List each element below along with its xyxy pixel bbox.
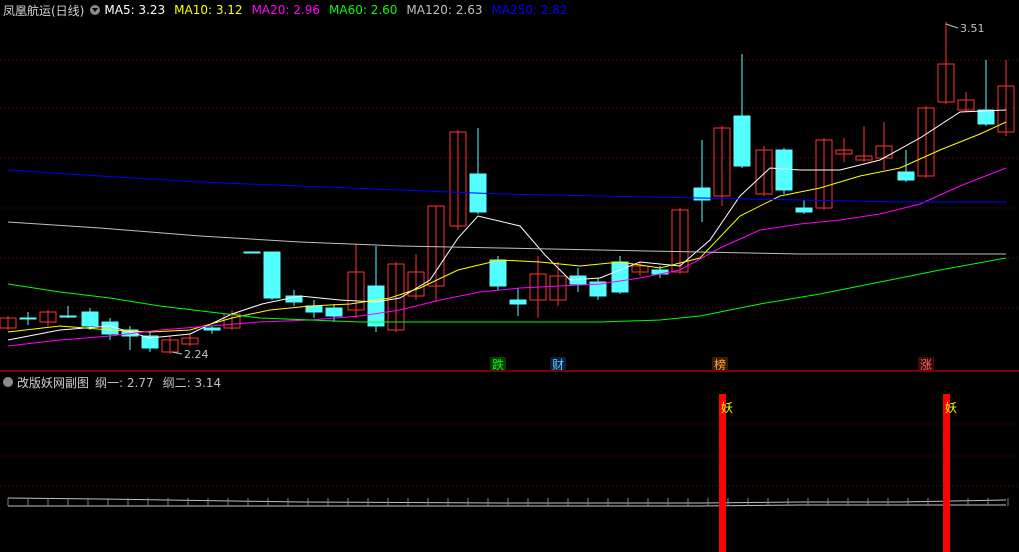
candle-body-down	[733, 115, 751, 167]
ma60-line	[7, 257, 1007, 323]
sub-line-1	[7, 497, 1007, 504]
signal-label-0: 妖	[721, 401, 733, 415]
sub-indicator-0: 纲一: 2.77	[95, 375, 154, 390]
candle-body-down	[367, 285, 385, 327]
candle-body-down	[59, 315, 77, 318]
candle-body-down	[795, 207, 813, 213]
sub-indicator-chart[interactable]: 妖妖	[0, 372, 1019, 552]
candle-body-down	[651, 269, 669, 275]
candle-body-down	[305, 305, 323, 313]
ma-indicator-0: MA5: 3.23	[104, 3, 166, 17]
high-price-marker: 3.51	[960, 22, 985, 35]
ma250-line	[7, 169, 1006, 203]
candle-body-down	[263, 251, 281, 299]
sub-chart-title: 改版妖网副图	[17, 375, 90, 390]
signal-bar-0	[719, 394, 726, 552]
chart-title: 凤凰航运(日线)	[3, 3, 85, 18]
ma-indicator-1: MA10: 3.12	[174, 3, 243, 17]
candle-body-down	[611, 261, 629, 293]
candle-body-down	[897, 171, 915, 181]
ma10-line	[7, 121, 1007, 333]
sub-indicator-menu-icon[interactable]	[3, 377, 13, 387]
high-marker-pointer	[945, 23, 959, 29]
candle-body-down	[325, 307, 343, 317]
candle-body-down	[243, 251, 261, 254]
main-chart-panel[interactable]: 3.51 2.24 跌 财 榜 涨 凤凰航运(日线) MA5: 3.23 MA10: 3.1…	[0, 0, 1019, 370]
candle-body-down	[19, 317, 37, 320]
candle-body-down	[977, 109, 995, 125]
sub-chart-header: 改版妖网副图 纲一: 2.77 纲二: 3.14	[0, 372, 230, 392]
candle-body-down	[509, 299, 527, 305]
candle-body-down	[81, 311, 99, 327]
event-label-3: 涨	[920, 357, 932, 370]
indicator-menu-icon[interactable]	[90, 5, 101, 15]
candle-body-down	[203, 327, 221, 331]
candlestick-chart[interactable]: 3.51 2.24 跌 财 榜 涨	[0, 0, 1019, 370]
low-price-marker: 2.24	[184, 348, 209, 361]
ma-indicator-5: MA250: 2.82	[491, 3, 568, 17]
signal-bar-1	[943, 394, 950, 552]
candle-body-down	[775, 149, 793, 191]
event-label-2: 榜	[714, 357, 726, 370]
signal-label-1: 妖	[945, 401, 957, 415]
ma-indicator-list: MA5: 3.23 MA10: 3.12 MA20: 2.96 MA60: 2.60 M…	[104, 3, 576, 17]
ma-indicator-2: MA20: 2.96	[251, 3, 320, 17]
ma120-line	[7, 221, 1006, 255]
sub-indicator-list: 纲一: 2.77 纲二: 3.14	[95, 374, 230, 391]
panel-divider[interactable]	[0, 370, 1019, 372]
event-label-0: 跌	[492, 357, 504, 370]
sub-chart-panel[interactable]: 妖妖 改版妖网副图 纲一: 2.77 纲二: 3.14	[0, 372, 1019, 552]
sub-indicator-1: 纲二: 3.14	[162, 375, 222, 390]
event-label-1: 财	[552, 358, 564, 370]
sub-line-2	[8, 504, 1006, 507]
main-chart-header: 凤凰航运(日线) MA5: 3.23 MA10: 3.12 MA20: 2.96 MA…	[0, 0, 577, 20]
candle-body-down	[489, 259, 507, 287]
ma-indicator-3: MA60: 2.60	[329, 3, 398, 17]
ma-indicator-4: MA120: 2.63	[406, 3, 483, 17]
ma20-line	[7, 167, 1007, 347]
